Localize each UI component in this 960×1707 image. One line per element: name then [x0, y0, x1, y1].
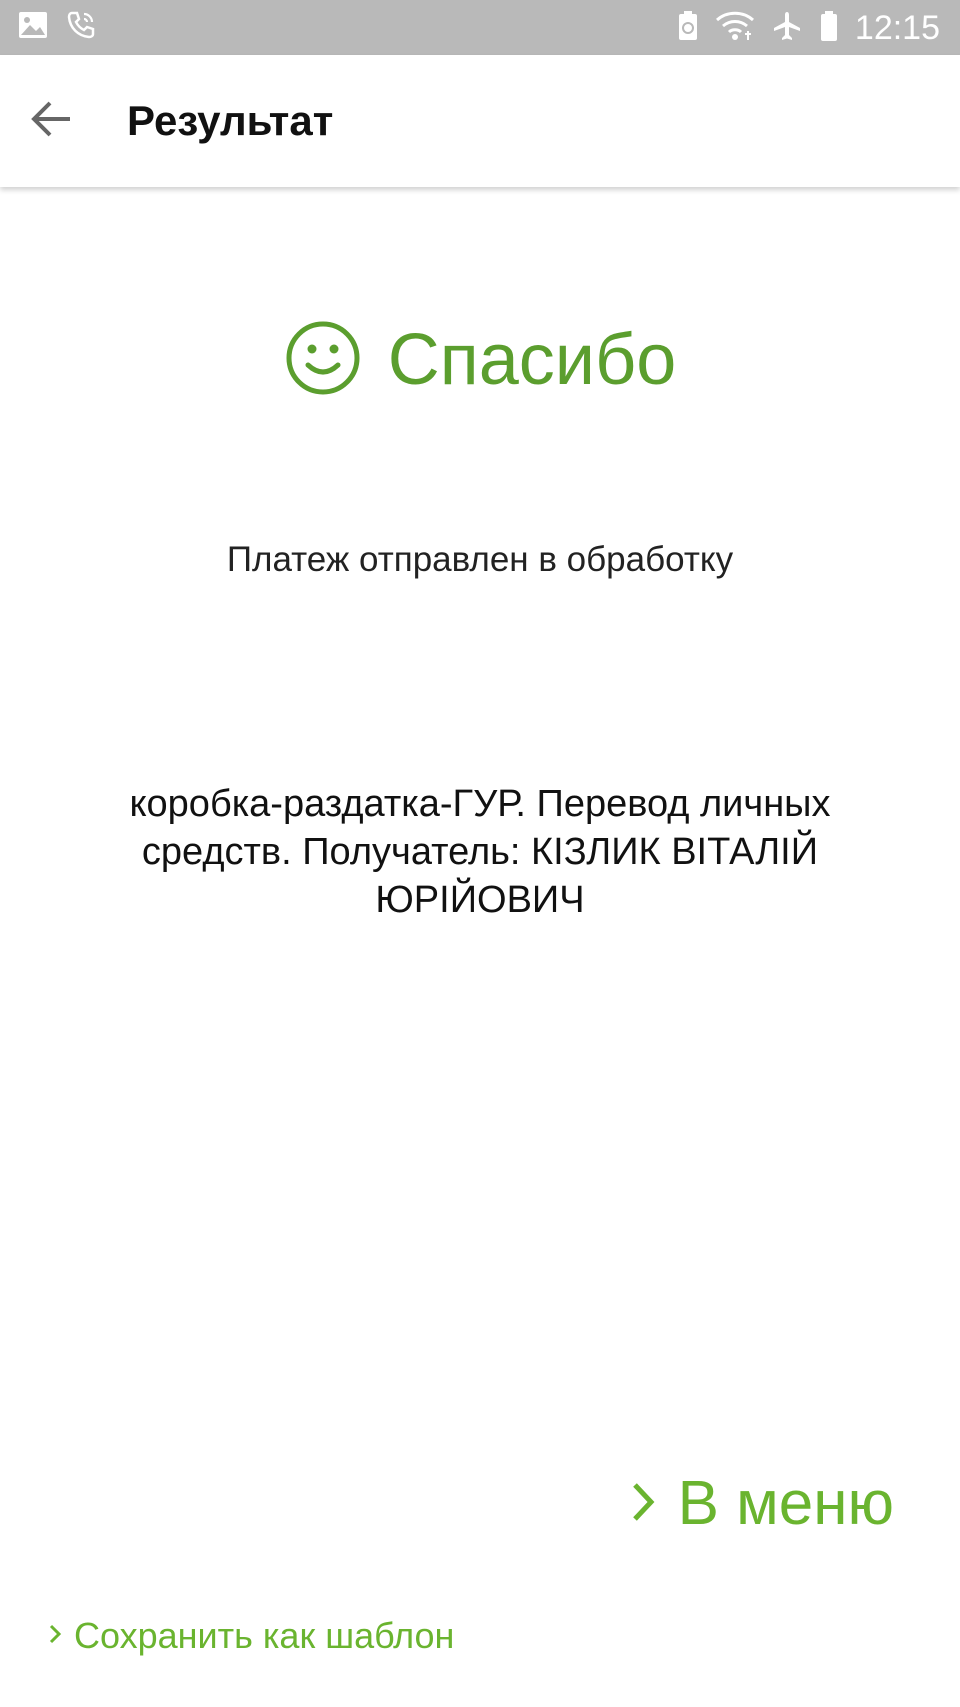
- page-title: Результат: [127, 97, 334, 144]
- payment-details: коробка-раздатка-ГУР. Перевод личных сре…: [129, 783, 831, 921]
- back-button[interactable]: [22, 91, 82, 151]
- save-template-link[interactable]: Сохранить как шаблон: [48, 1614, 454, 1658]
- battery-saver-icon: [677, 10, 699, 47]
- payment-status-message: Платеж отправлен в обработку: [226, 540, 734, 579]
- menu-button[interactable]: В меню: [630, 1466, 894, 1542]
- airplane-icon: [771, 10, 803, 47]
- thanks-header: Спасибо: [0, 318, 960, 402]
- menu-button-label: В меню: [677, 1469, 894, 1538]
- status-right-icons: 12:15: [677, 8, 940, 48]
- phone-call-icon: [66, 10, 96, 45]
- status-left-icons: [18, 10, 96, 45]
- app-bar: Результат: [0, 55, 960, 187]
- status-time: 12:15: [854, 9, 940, 47]
- battery-icon: [819, 10, 839, 47]
- thanks-label: Спасибо: [387, 320, 677, 400]
- smiley-icon: [284, 319, 362, 402]
- chevron-right-icon: [630, 1481, 656, 1528]
- arrow-back-icon: [30, 99, 74, 144]
- image-icon: [18, 11, 48, 44]
- wifi-icon: [715, 10, 755, 47]
- chevron-right-icon: [48, 1623, 62, 1650]
- status-bar: 12:15: [0, 0, 960, 55]
- save-template-label: Сохранить как шаблон: [74, 1615, 455, 1656]
